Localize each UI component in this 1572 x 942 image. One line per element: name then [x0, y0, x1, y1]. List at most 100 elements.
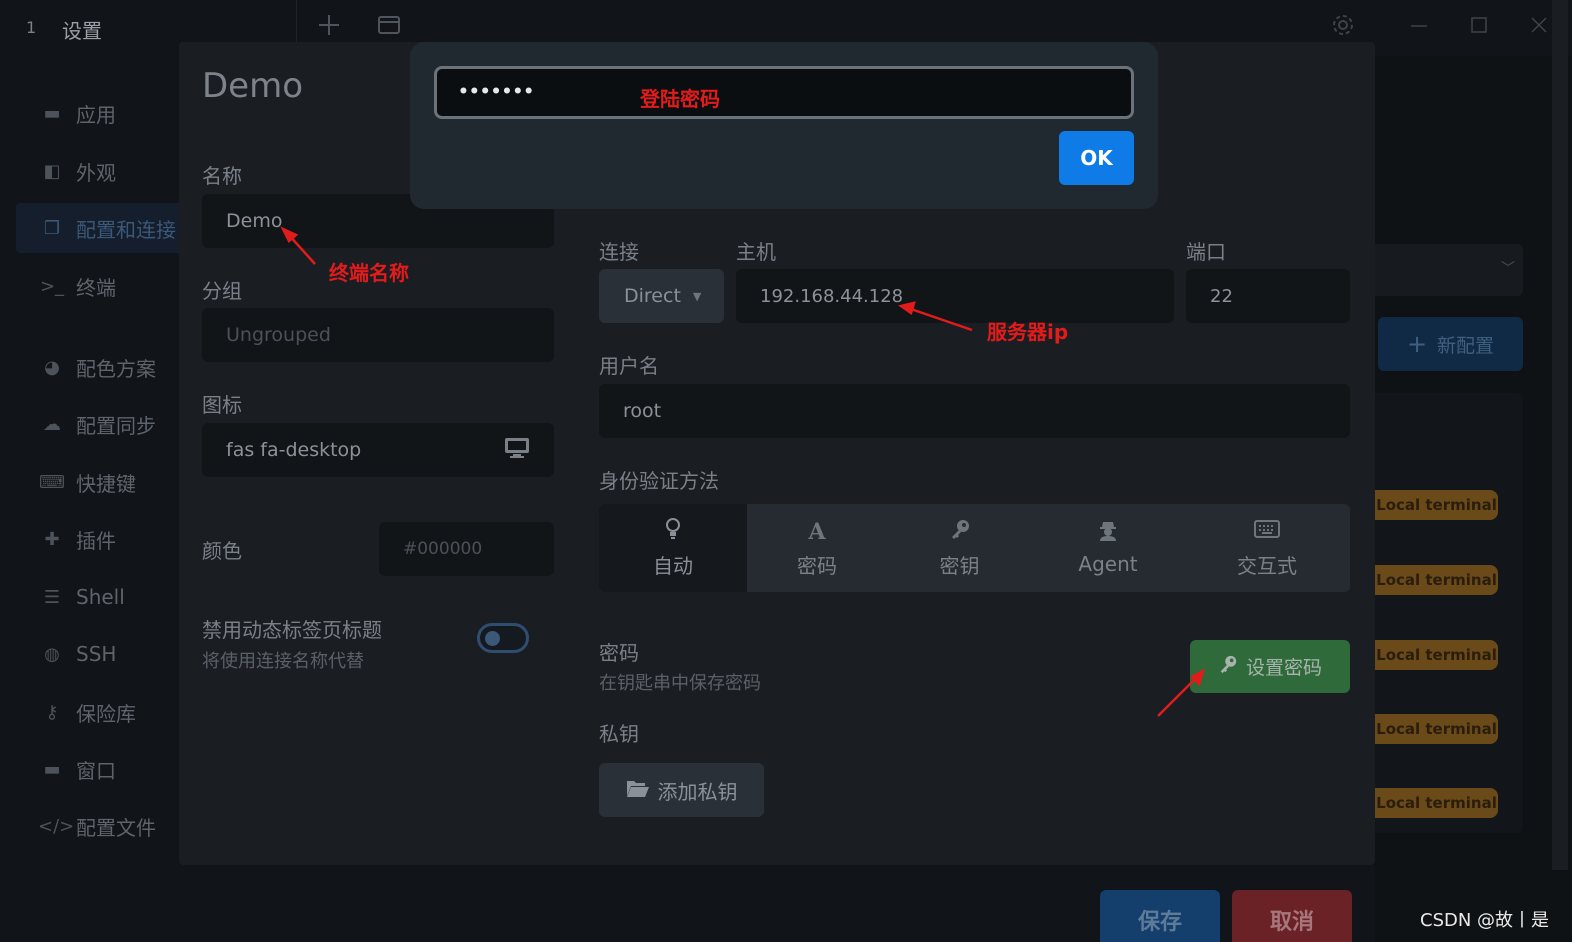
keyboard-icon: ⌨: [39, 471, 65, 493]
host-label: 主机: [736, 240, 776, 264]
auth-option-label: 密钥: [939, 553, 980, 578]
name-value: Demo: [226, 210, 283, 232]
new-config-button[interactable]: + 新配置: [1378, 317, 1523, 371]
icon-value: fas fa-desktop: [226, 439, 362, 461]
sidebar-item-label: Shell: [76, 585, 125, 609]
sidebar-item-label: 配置同步: [76, 413, 156, 438]
local-terminal-badge: Local terminal: [1375, 714, 1498, 744]
keyboard-icon: [1254, 518, 1280, 546]
sidebar-item-hotkeys[interactable]: ⌨ 快捷键: [16, 457, 186, 507]
sidebar-item-label: 快捷键: [76, 471, 136, 496]
connect-label: 连接: [599, 240, 639, 264]
username-label: 用户名: [599, 354, 659, 378]
sidebar-item-label: 插件: [76, 528, 116, 553]
sidebar-item-label: 配置文件: [76, 815, 156, 840]
auth-option-label: 交互式: [1237, 553, 1297, 578]
auth-option-interactive[interactable]: 交互式: [1184, 504, 1350, 592]
annotation-terminal-name: 终端名称: [329, 261, 409, 285]
local-terminal-badge: Local terminal: [1375, 565, 1498, 595]
gear-icon[interactable]: [1330, 12, 1356, 45]
sidebar-item-label: 配置和连接: [76, 217, 176, 242]
sidebar-item-label: 应用: [76, 102, 116, 127]
group-input[interactable]: Ungrouped: [202, 308, 554, 362]
close-icon[interactable]: [1526, 12, 1552, 45]
add-key-label: 添加私钥: [657, 779, 738, 804]
sidebar-item-vault[interactable]: ⚷ 保险库: [16, 687, 186, 737]
key-icon: [949, 518, 971, 546]
sidebar-item-ssh[interactable]: ◍ SSH: [16, 629, 186, 679]
save-button[interactable]: 保存: [1100, 890, 1220, 942]
sidebar-item-shell[interactable]: ☰ Shell: [16, 572, 186, 622]
minimize-icon[interactable]: [1406, 12, 1432, 45]
palette-icon: ◕: [44, 356, 60, 378]
local-terminal-badge: Local terminal: [1375, 490, 1498, 520]
color-placeholder: #000000: [403, 539, 483, 559]
icon-input[interactable]: fas fa-desktop: [202, 423, 554, 477]
sidebar-item-profiles[interactable]: ❐ 配置和连接: [16, 203, 186, 253]
port-label: 端口: [1186, 240, 1226, 264]
new-config-label: 新配置: [1437, 334, 1495, 357]
connect-type-select[interactable]: Direct ▼: [599, 269, 724, 323]
window-icon: ▬: [43, 758, 61, 780]
sidebar-item-label: 保险库: [76, 701, 136, 726]
auth-option-label: Agent: [1078, 552, 1138, 576]
tab-title[interactable]: 设置: [62, 15, 102, 44]
set-password-button[interactable]: 设置密码: [1190, 640, 1350, 693]
color-input[interactable]: #000000: [379, 522, 554, 576]
scrollbar[interactable]: [1552, 0, 1568, 870]
auth-option-agent[interactable]: Agent: [1032, 504, 1184, 592]
annotation-server-ip: 服务器ip: [987, 320, 1069, 344]
sidebar-item-window[interactable]: ▬ 窗口: [16, 744, 186, 794]
folder-open-icon: [626, 778, 650, 803]
code-icon: </>: [38, 815, 75, 837]
group-label: 分组: [202, 279, 242, 303]
sidebar-item-color-scheme[interactable]: ◕ 配色方案: [16, 342, 186, 392]
host-value: 192.168.44.128: [760, 285, 904, 307]
auth-option-key[interactable]: 密钥: [887, 504, 1032, 592]
sidebar-item-label: SSH: [76, 642, 117, 666]
chevron-down-icon: ﹀: [1501, 261, 1515, 277]
auth-option-label: 密码: [797, 553, 837, 578]
auth-option-auto[interactable]: 自动: [599, 504, 747, 592]
local-terminal-badge: Local terminal: [1375, 640, 1498, 670]
sidebar-item-label: 配色方案: [76, 356, 156, 381]
set-password-label: 设置密码: [1245, 657, 1322, 679]
auth-option-password[interactable]: A 密码: [747, 504, 887, 592]
sidebar-item-plugins[interactable]: ✚ 插件: [16, 514, 186, 564]
sidebar-item-label: 窗口: [76, 758, 116, 783]
lightbulb-icon: [665, 517, 681, 546]
puzzle-icon: ✚: [44, 528, 60, 550]
sidebar-item-label: 外观: [76, 160, 116, 185]
cancel-button[interactable]: 取消: [1232, 890, 1352, 942]
annotation-login-password: 登陆密码: [640, 87, 720, 111]
dynamic-title-toggle[interactable]: [477, 623, 529, 653]
username-input[interactable]: root: [599, 384, 1350, 438]
terminal-icon: >_: [39, 275, 65, 297]
port-input[interactable]: 22: [1186, 269, 1350, 323]
local-terminal-badge: Local terminal: [1375, 788, 1498, 818]
paint-icon: ◧: [43, 160, 61, 182]
ok-button[interactable]: OK: [1059, 131, 1134, 185]
window-icon[interactable]: [376, 12, 402, 45]
filter-dropdown[interactable]: ﹀: [1375, 244, 1523, 296]
auth-method-label: 身份验证方法: [599, 469, 719, 493]
list-icon: ☰: [43, 586, 61, 608]
sidebar-item-terminal[interactable]: >_ 终端: [16, 261, 186, 311]
sidebar-item-app[interactable]: ▬ 应用: [16, 88, 186, 138]
plus-icon[interactable]: [316, 12, 342, 45]
profile-list: [1375, 393, 1523, 833]
password-prompt-input[interactable]: [434, 66, 1134, 119]
color-label: 颜色: [202, 539, 242, 563]
sidebar-item-config-sync[interactable]: ☁ 配置同步: [16, 399, 186, 449]
sidebar-item-appearance[interactable]: ◧ 外观: [16, 146, 186, 196]
icon-label: 图标: [202, 393, 242, 417]
private-key-label: 私钥: [599, 722, 639, 746]
font-a-icon: A: [808, 518, 826, 545]
maximize-icon[interactable]: [1466, 12, 1492, 45]
host-input[interactable]: 192.168.44.128: [736, 269, 1174, 323]
desktop-icon: [504, 437, 530, 464]
sidebar-item-config-file[interactable]: </> 配置文件: [16, 801, 186, 851]
add-private-key-button[interactable]: 添加私钥: [599, 763, 764, 817]
username-value: root: [623, 400, 662, 422]
cloud-icon: ☁: [43, 413, 61, 435]
